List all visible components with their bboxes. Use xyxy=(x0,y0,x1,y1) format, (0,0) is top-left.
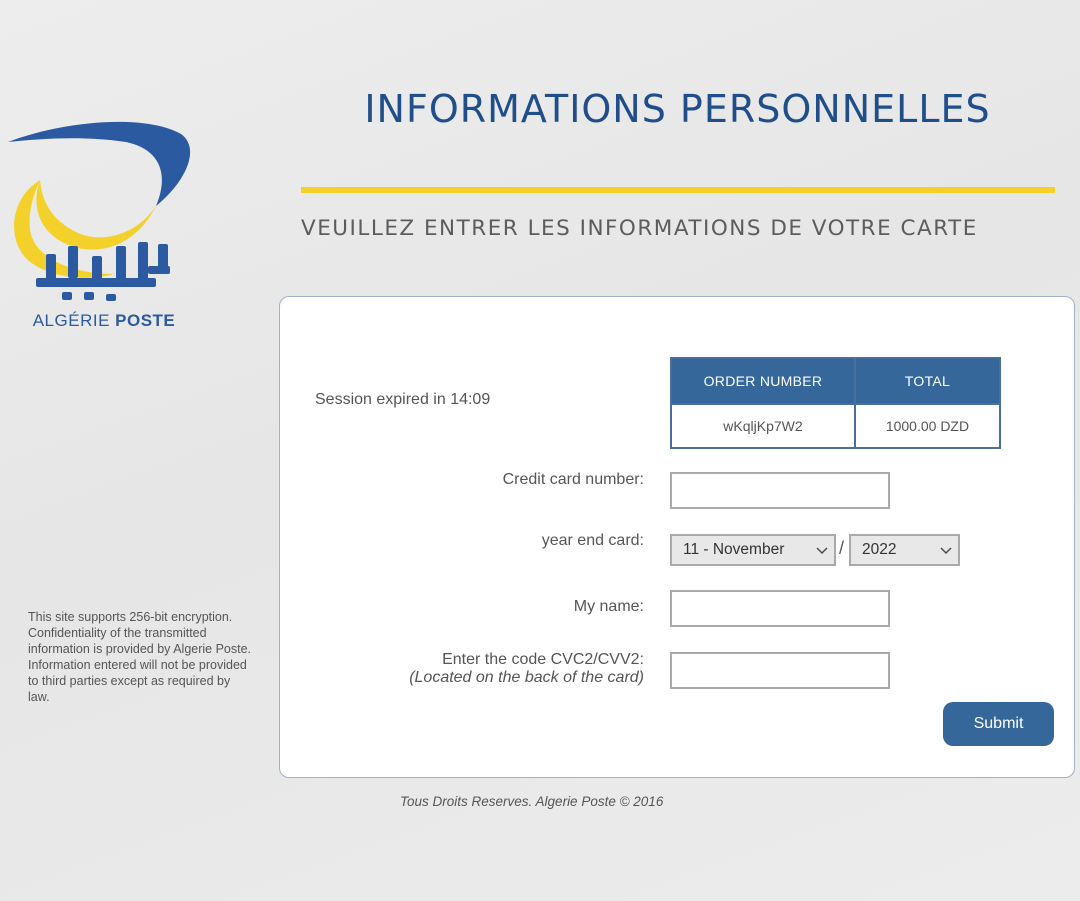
expiry-year-select[interactable]: 2022 xyxy=(849,534,960,566)
logo-wordmark: ALGÉRIE POSTE xyxy=(6,311,202,331)
order-number-value: wKqljKp7W2 xyxy=(671,403,856,448)
chevron-down-icon xyxy=(816,547,828,554)
expiry-month-value: 11 - November xyxy=(683,541,785,558)
card-number-label: Credit card number: xyxy=(502,471,644,488)
expiry-separator: / xyxy=(839,538,845,558)
chevron-down-icon xyxy=(940,547,952,554)
expiry-year-value: 2022 xyxy=(862,541,897,558)
encryption-note: This site supports 256-bit encryption. C… xyxy=(28,610,252,704)
page-subtitle: VEUILLEZ ENTRER LES INFORMATIONS DE VOTR… xyxy=(301,216,978,241)
footer-copyright: Tous Droits Reserves. Algerie Poste © 20… xyxy=(400,794,664,809)
expiry-month-select[interactable]: 11 - November xyxy=(670,534,836,566)
card-number-input[interactable] xyxy=(670,472,890,509)
total-header: TOTAL xyxy=(854,358,1000,404)
order-summary-table: ORDER NUMBER TOTAL wKqljKp7W2 1000.00 DZ… xyxy=(670,357,1001,449)
cvc-label-text: Enter the code CVC2/CVV2: xyxy=(442,651,644,668)
logo-text-poste: POSTE xyxy=(115,311,176,330)
session-timer: Session expired in 14:09 xyxy=(315,391,491,408)
order-table-header-row: ORDER NUMBER TOTAL xyxy=(671,358,1000,404)
order-table-row: wKqljKp7W2 1000.00 DZD xyxy=(671,403,1000,448)
page-title: INFORMATIONS PERSONNELLES xyxy=(364,87,991,131)
cvc-input[interactable] xyxy=(670,652,890,689)
algerie-poste-logo: ALGÉRIE POSTE xyxy=(6,118,196,338)
payment-form-card: Session expired in 14:09 ORDER NUMBER TO… xyxy=(279,296,1075,778)
expiry-label: year end card: xyxy=(541,532,644,549)
order-number-header: ORDER NUMBER xyxy=(671,358,856,404)
total-value: 1000.00 DZD xyxy=(854,403,1000,448)
logo-text-algerie: ALGÉRIE xyxy=(32,311,116,330)
submit-button[interactable]: Submit xyxy=(943,702,1054,746)
title-underline xyxy=(301,187,1055,193)
cvc-hint: (Located on the back of the card) xyxy=(409,669,644,686)
name-label: My name: xyxy=(573,598,644,615)
logo-emblem xyxy=(8,121,191,301)
name-input[interactable] xyxy=(670,590,890,627)
cvc-label: Enter the code CVC2/CVV2: (Located on th… xyxy=(409,651,644,687)
